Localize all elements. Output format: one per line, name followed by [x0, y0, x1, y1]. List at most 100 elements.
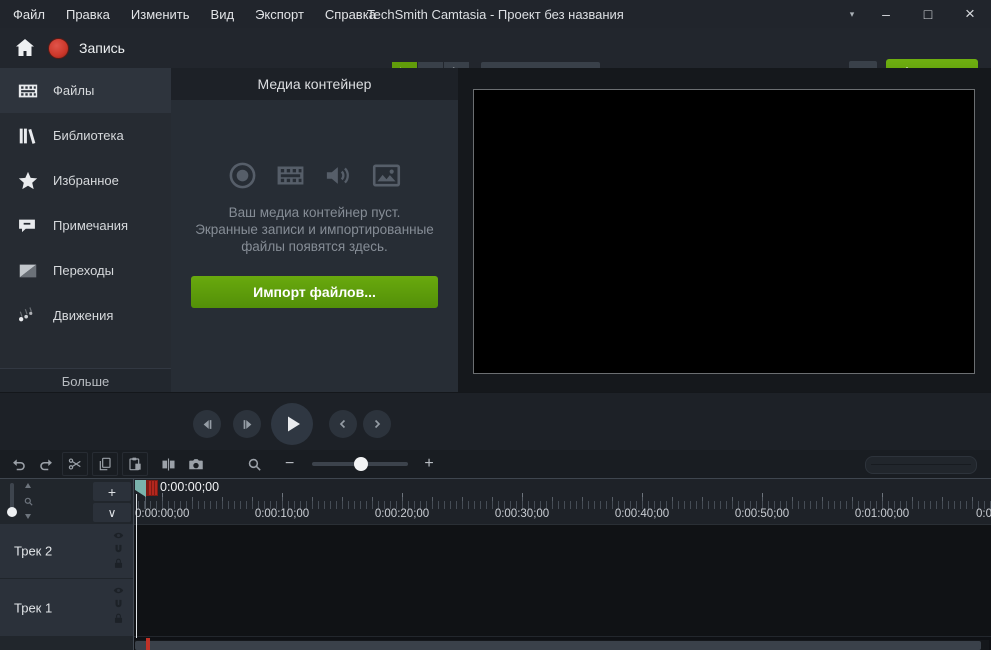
titlebar-dropdown-icon[interactable]: ▾ [839, 0, 865, 28]
ruler-label: 0:00:00;00 [135, 508, 189, 520]
split-icon [160, 456, 177, 473]
timeline-zoom-controls: − + [246, 455, 434, 473]
sidebar-item-label: Переходы [53, 263, 114, 278]
import-files-button[interactable]: Импорт файлов... [191, 276, 438, 308]
video-filmstrip-icon [275, 160, 306, 191]
media-bin-panel: Медиа контейнер Ваш медиа контейнер пуст… [171, 68, 458, 392]
collapse-tracks-button[interactable]: ∨ [93, 503, 131, 522]
magnifier-icon [246, 456, 263, 473]
menu-edit[interactable]: Правка [63, 5, 113, 24]
sidebar: Файлы Библиотека Избранное Примечания [0, 68, 171, 392]
track-lane-2[interactable] [134, 524, 991, 580]
snapshot-button[interactable] [184, 453, 208, 475]
magnet-icon[interactable] [112, 598, 125, 611]
play-icon [280, 412, 304, 436]
timeline-body: 0:00:00;00 0:00:00;00 0:00:10;00 0:00:20… [134, 479, 991, 650]
sidebar-item-annotations[interactable]: Примечания [0, 203, 171, 248]
copy-button[interactable] [92, 452, 118, 476]
step-forward-button[interactable] [233, 410, 261, 438]
playhead-line [136, 494, 137, 638]
menu-view[interactable]: Вид [208, 5, 238, 24]
content-area: Файлы Библиотека Избранное Примечания [0, 68, 991, 392]
camtasia-window: Файл Правка Изменить Вид Экспорт Справка… [0, 0, 991, 650]
filmstrip-icon [17, 80, 39, 102]
image-icon [371, 160, 402, 191]
timeline-header-filler [0, 636, 133, 650]
arrow-up-icon[interactable] [25, 483, 31, 488]
add-track-button[interactable]: + [93, 482, 131, 501]
media-type-icons [171, 160, 458, 191]
playhead-marker[interactable] [146, 480, 158, 496]
track-height-thumb[interactable] [7, 507, 17, 517]
sidebar-item-label: Файлы [53, 83, 94, 98]
ruler-label: 0:00:10;00 [255, 508, 309, 520]
track-header-2[interactable]: Трек 2 [0, 524, 133, 579]
chevron-left-icon [336, 417, 350, 431]
zoom-in-button[interactable]: + [424, 455, 433, 473]
chevron-right-icon [370, 417, 384, 431]
timeline-toolbar: − + [0, 450, 991, 478]
maximize-button[interactable]: □ [907, 0, 949, 28]
lock-icon[interactable] [112, 612, 125, 625]
close-button[interactable]: × [949, 0, 991, 28]
arrow-down-icon[interactable] [25, 514, 31, 519]
track-2-icons [112, 529, 125, 570]
sidebar-item-transitions[interactable]: Переходы [0, 248, 171, 293]
jump-back-button[interactable] [329, 410, 357, 438]
library-icon [17, 125, 39, 147]
lock-icon[interactable] [112, 557, 125, 570]
preview-canvas[interactable] [473, 89, 975, 374]
track-zoom-cluster [22, 483, 34, 519]
sidebar-item-label: Примечания [53, 218, 128, 233]
home-button[interactable] [12, 36, 38, 60]
audio-speaker-icon [323, 160, 354, 191]
copy-icon [97, 456, 113, 472]
split-button[interactable] [156, 453, 180, 475]
scissors-icon [67, 456, 83, 472]
timeline: + ∨ Трек 2 Трек 1 [0, 478, 991, 650]
zoom-out-button[interactable]: − [285, 455, 294, 473]
undo-button[interactable] [6, 453, 30, 475]
paste-button[interactable] [122, 452, 148, 476]
previous-frame-button[interactable] [193, 410, 221, 438]
star-icon [17, 170, 39, 192]
step-frame-icon [240, 417, 255, 432]
menu-modify[interactable]: Изменить [128, 5, 193, 24]
menu-help[interactable]: Справка [322, 5, 379, 24]
sidebar-item-files[interactable]: Файлы [0, 68, 171, 113]
ruler-label: 0:00:20;00 [375, 508, 429, 520]
sidebar-more-button[interactable]: Больше [0, 368, 171, 393]
sidebar-item-behaviors[interactable]: Движения [0, 293, 171, 338]
minimize-button[interactable]: – [865, 0, 907, 28]
timeline-header-controls: + ∨ [0, 479, 133, 524]
magnet-icon[interactable] [112, 543, 125, 556]
track-lane-1[interactable] [134, 579, 991, 637]
playhead-foot [146, 638, 150, 650]
eye-icon[interactable] [112, 529, 125, 542]
main-toolbar: Запись 26% ▾ [0, 28, 991, 69]
ruler-label: 0:01:00;00 [855, 508, 909, 520]
import-files-label: Импорт файлов... [253, 284, 376, 300]
timeline-ruler[interactable]: 0:00:00;00 0:00:00;00 0:00:10;00 0:00:20… [134, 479, 991, 524]
record-button[interactable]: Запись [48, 34, 125, 62]
redo-button[interactable] [34, 453, 58, 475]
eye-icon[interactable] [112, 584, 125, 597]
track-1-icons [112, 584, 125, 625]
menubar: Файл Правка Изменить Вид Экспорт Справка [0, 5, 379, 24]
timeline-zoom-thumb[interactable] [354, 457, 368, 471]
jump-forward-button[interactable] [363, 410, 391, 438]
sidebar-item-library[interactable]: Библиотека [0, 113, 171, 158]
timeline-hscroll-thumb[interactable] [135, 641, 981, 650]
cut-button[interactable] [62, 452, 88, 476]
track-header-1[interactable]: Трек 1 [0, 579, 133, 637]
play-button[interactable] [271, 403, 313, 445]
menu-file[interactable]: Файл [10, 5, 48, 24]
sidebar-item-favorites[interactable]: Избранное [0, 158, 171, 203]
timeline-zoom-slider[interactable] [312, 462, 408, 466]
camera-icon [187, 455, 205, 473]
timeline-scrollbar-horizontal[interactable] [865, 456, 977, 474]
menu-export[interactable]: Экспорт [252, 5, 307, 24]
ruler-label: 0:00:50;00 [735, 508, 789, 520]
prev-frame-icon [200, 417, 215, 432]
paste-icon [127, 456, 143, 472]
